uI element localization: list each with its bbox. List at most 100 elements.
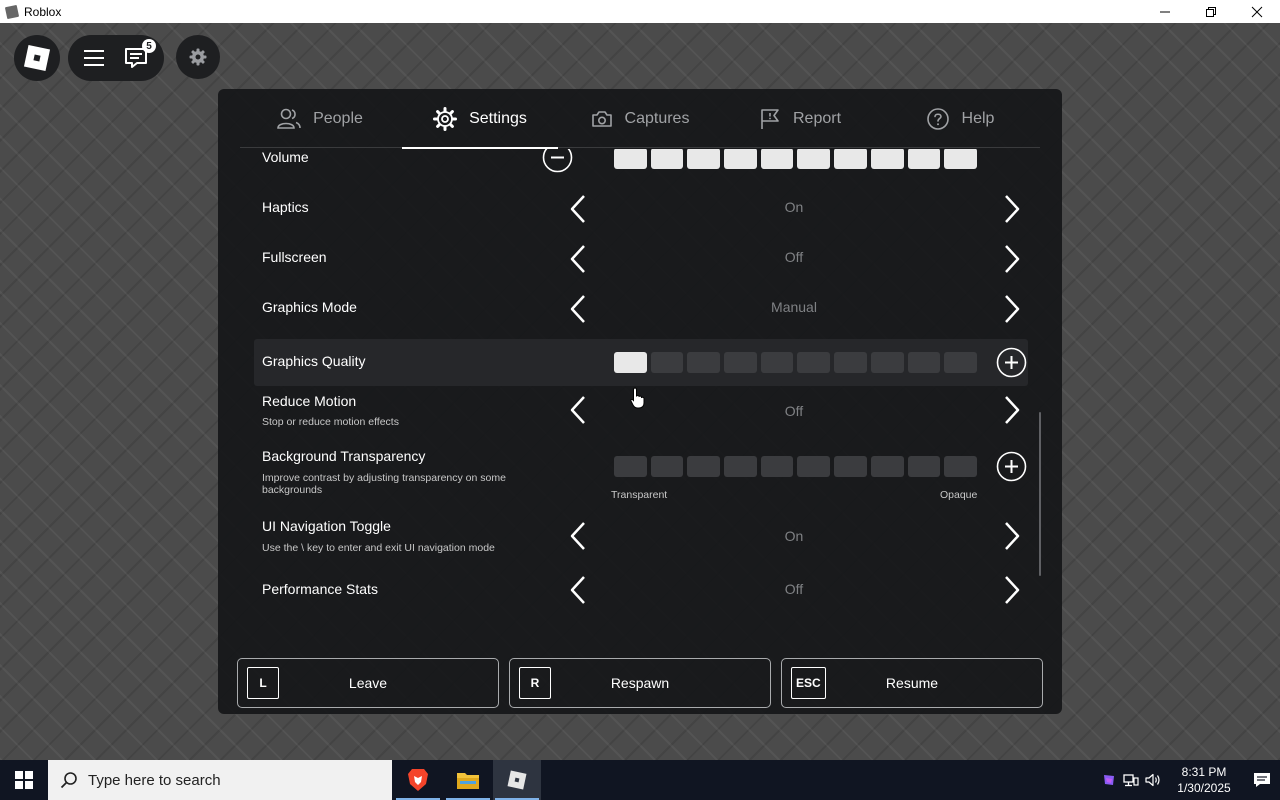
leave-button[interactable]: L Leave bbox=[237, 658, 499, 708]
speaker-icon bbox=[1145, 773, 1160, 787]
start-button[interactable] bbox=[0, 760, 48, 800]
tray-app-icon[interactable] bbox=[1098, 760, 1120, 800]
slider-segment[interactable] bbox=[687, 352, 721, 373]
taskbar-file-explorer[interactable] bbox=[444, 760, 492, 800]
tab-help[interactable]: Help bbox=[880, 89, 1040, 148]
clock-time: 8:31 PM bbox=[1181, 765, 1227, 779]
volume-tray-button[interactable] bbox=[1142, 760, 1164, 800]
chevron-right-icon bbox=[1005, 245, 1020, 273]
network-icon bbox=[1123, 774, 1139, 787]
topbar-menu-pill: 5 bbox=[68, 35, 164, 81]
slider-segment[interactable] bbox=[724, 149, 757, 169]
action-center-button[interactable] bbox=[1244, 760, 1280, 800]
tab-settings-label: Settings bbox=[469, 109, 527, 127]
slider-segment[interactable] bbox=[614, 456, 647, 477]
graphics-mode-next-button[interactable] bbox=[1000, 292, 1024, 326]
panel-footer: L Leave R Respawn ESC Resume bbox=[237, 658, 1043, 708]
gear-icon bbox=[433, 106, 458, 131]
close-window-button[interactable] bbox=[1234, 0, 1280, 23]
settings-gear-button[interactable] bbox=[176, 35, 220, 79]
slider-segment[interactable] bbox=[870, 149, 904, 169]
restore-button[interactable] bbox=[1188, 0, 1234, 23]
slider-max-label: Opaque bbox=[940, 489, 978, 501]
slider-segment[interactable] bbox=[870, 456, 904, 477]
taskbar-brave-browser[interactable] bbox=[394, 760, 442, 800]
taskbar-roblox[interactable] bbox=[493, 760, 541, 800]
slider-segment[interactable] bbox=[687, 456, 721, 477]
setting-graphics-mode: Graphics Mode Manual bbox=[254, 289, 1028, 329]
slider-segment[interactable] bbox=[797, 456, 831, 477]
chevron-right-icon bbox=[1005, 295, 1020, 323]
taskbar-clock[interactable]: 8:31 PM 1/30/2025 bbox=[1164, 764, 1244, 796]
chevron-right-icon bbox=[1005, 396, 1020, 424]
reduce-motion-prev-button[interactable] bbox=[566, 393, 590, 427]
slider-segment[interactable] bbox=[614, 149, 647, 169]
reduce-motion-next-button[interactable] bbox=[1000, 393, 1024, 427]
slider-segment[interactable] bbox=[650, 149, 684, 169]
tab-settings[interactable]: Settings bbox=[400, 89, 560, 149]
plus-circle-icon bbox=[996, 451, 1027, 482]
setting-description: Stop or reduce motion effects bbox=[262, 416, 399, 428]
slider-segment[interactable] bbox=[760, 149, 794, 169]
chat-unread-badge: 5 bbox=[142, 39, 156, 53]
settings-scrollbar[interactable] bbox=[1039, 412, 1041, 576]
plus-circle-icon bbox=[996, 347, 1027, 378]
slider-segment[interactable] bbox=[834, 456, 867, 477]
volume-decrease-button[interactable] bbox=[542, 149, 573, 173]
tab-people[interactable]: People bbox=[240, 89, 400, 148]
folder-icon bbox=[457, 773, 479, 789]
slider-segment[interactable] bbox=[834, 149, 867, 169]
background-transparency-slider[interactable] bbox=[614, 456, 977, 477]
slider-segment[interactable] bbox=[724, 352, 757, 373]
graphics-quality-increase-button[interactable] bbox=[996, 347, 1027, 378]
volume-slider[interactable] bbox=[614, 149, 977, 169]
slider-segment[interactable] bbox=[944, 352, 977, 373]
slider-segment[interactable] bbox=[724, 456, 757, 477]
ui-navigation-next-button[interactable] bbox=[1000, 519, 1024, 553]
resume-button[interactable]: ESC Resume bbox=[781, 658, 1043, 708]
background-transparency-increase-button[interactable] bbox=[996, 451, 1027, 482]
slider-segment[interactable] bbox=[760, 456, 794, 477]
graphics-quality-slider[interactable] bbox=[614, 352, 977, 373]
slider-segment[interactable] bbox=[650, 352, 684, 373]
tab-report[interactable]: Report bbox=[720, 89, 880, 148]
slider-segment[interactable] bbox=[944, 149, 977, 169]
hamburger-menu-button[interactable] bbox=[82, 47, 106, 69]
roblox-logo-icon bbox=[23, 44, 51, 72]
roblox-menu-button[interactable] bbox=[14, 35, 60, 81]
network-tray-button[interactable] bbox=[1120, 760, 1142, 800]
slider-segment[interactable] bbox=[797, 352, 831, 373]
slider-segment[interactable] bbox=[907, 149, 941, 169]
roblox-app-icon bbox=[507, 770, 527, 790]
ui-navigation-prev-button[interactable] bbox=[566, 519, 590, 553]
minimize-button[interactable] bbox=[1142, 0, 1188, 23]
slider-segment[interactable] bbox=[760, 352, 794, 373]
tab-captures[interactable]: Captures bbox=[560, 89, 720, 148]
fullscreen-prev-button[interactable] bbox=[566, 242, 590, 276]
slider-segment[interactable] bbox=[834, 352, 867, 373]
fullscreen-next-button[interactable] bbox=[1000, 242, 1024, 276]
slider-segment[interactable] bbox=[870, 352, 904, 373]
slider-segment[interactable] bbox=[907, 352, 941, 373]
respawn-button[interactable]: R Respawn bbox=[509, 658, 771, 708]
panel-tabs: People Settings Captures Report Help bbox=[240, 89, 1040, 149]
tab-help-label: Help bbox=[961, 109, 995, 127]
haptics-next-button[interactable] bbox=[1000, 192, 1024, 226]
slider-segment[interactable] bbox=[614, 352, 647, 373]
performance-stats-next-button[interactable] bbox=[1000, 573, 1024, 607]
haptics-prev-button[interactable] bbox=[566, 192, 590, 226]
slider-segment[interactable] bbox=[650, 456, 684, 477]
setting-label: Background Transparency bbox=[262, 448, 426, 464]
graphics-mode-prev-button[interactable] bbox=[566, 292, 590, 326]
slider-segment[interactable] bbox=[907, 456, 941, 477]
chevron-right-icon bbox=[1005, 576, 1020, 604]
slider-segment[interactable] bbox=[797, 149, 831, 169]
slider-segment[interactable] bbox=[944, 456, 977, 477]
setting-ui-navigation-toggle: UI Navigation Toggle Use the \ key to en… bbox=[254, 517, 1028, 569]
performance-stats-prev-button[interactable] bbox=[566, 573, 590, 607]
tab-report-label: Report bbox=[792, 109, 842, 127]
search-icon bbox=[60, 772, 77, 789]
taskbar-search-box[interactable]: Type here to search bbox=[48, 760, 392, 800]
slider-segment[interactable] bbox=[687, 149, 721, 169]
chevron-left-icon bbox=[570, 576, 585, 604]
